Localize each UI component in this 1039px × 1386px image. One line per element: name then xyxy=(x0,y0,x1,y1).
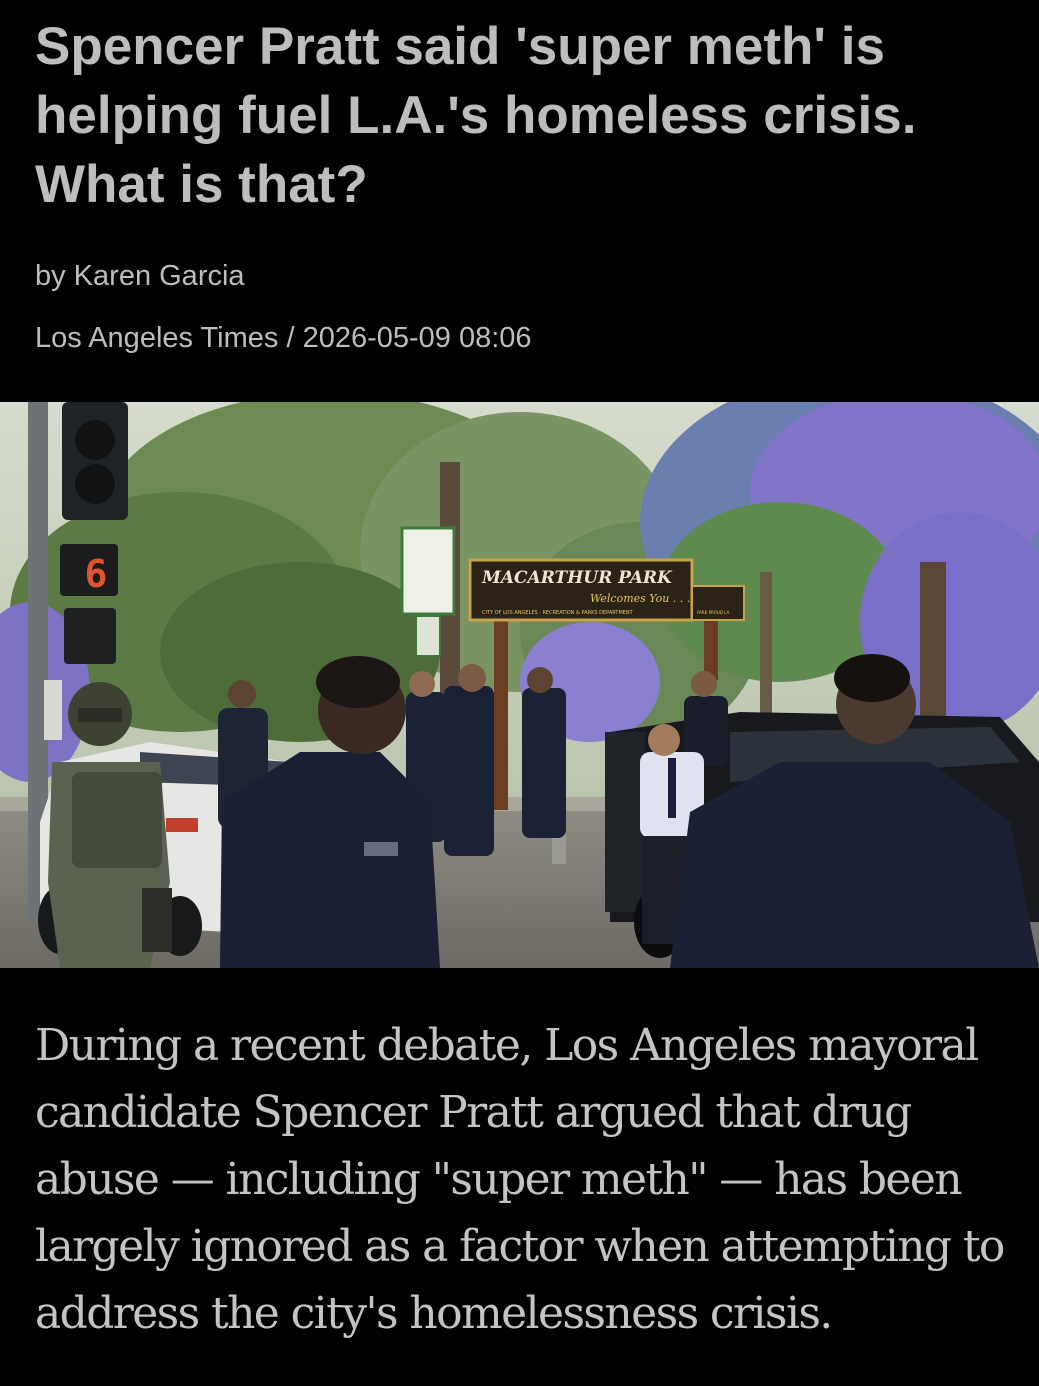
signal-countdown: 6 xyxy=(85,552,108,596)
article-headline: Spencer Pratt said 'super meth' is helpi… xyxy=(35,17,917,214)
park-rules-sign xyxy=(400,526,456,616)
tree-trunk xyxy=(920,562,946,722)
park-sign-welcome: Welcomes You . . . xyxy=(590,592,690,605)
photo-illustration: 6 MACARTHUR PARK Welcomes You . . . CITY… xyxy=(0,402,1039,968)
park-small-sign xyxy=(415,615,441,657)
article-byline: by Karen Garcia xyxy=(35,260,245,292)
article-source-line: Los Angeles Times / 2026-05-09 08:06 xyxy=(35,320,532,356)
article-source: Los Angeles Times xyxy=(35,322,279,354)
article-timestamp: 2026-05-09 08:06 xyxy=(302,322,532,354)
source-separator: / xyxy=(278,322,303,354)
article-lede: During a recent debate, Los Angeles mayo… xyxy=(35,1020,1005,1339)
article-photo[interactable]: 6 MACARTHUR PARK Welcomes You . . . CITY… xyxy=(0,402,1039,968)
tree-trunk xyxy=(760,572,772,722)
park-sign-footer: CITY OF LOS ANGELES · RECREATION & PARKS… xyxy=(482,610,634,616)
park-sign-tag: PARK PROUD LA xyxy=(697,610,730,615)
park-sign-title: MACARTHUR PARK xyxy=(481,568,673,588)
